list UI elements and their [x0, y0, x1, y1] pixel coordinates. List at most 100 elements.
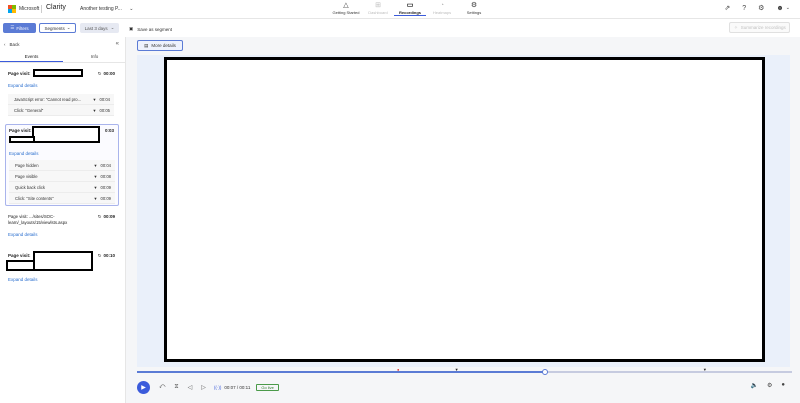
live-wave-icon: ((·)): [213, 384, 222, 390]
event-label: Page hidden: [15, 162, 39, 168]
timeline-progress: [137, 371, 546, 373]
nav-recordings[interactable]: ▭ Recordings: [394, 1, 426, 16]
playback-timeline[interactable]: ● ▼ ▼: [137, 368, 792, 375]
more-details-label: More details: [151, 43, 176, 48]
event-time: 00:04: [99, 96, 110, 102]
refresh-icon: ↻: [97, 214, 102, 219]
expand-details-link[interactable]: Expand details: [9, 151, 39, 156]
save-segment-button[interactable]: ▣ Save as segment: [129, 26, 172, 32]
page-visit-card[interactable]: Page visit: .../sites/SOC-learn/_layouts…: [5, 211, 119, 243]
event-time: 00:08: [100, 173, 111, 179]
page-visit-time: ↻ 00:09: [98, 214, 115, 220]
nav-getting-started[interactable]: △ Getting Started: [330, 1, 362, 16]
microsoft-logo: [8, 5, 16, 13]
pin-icon: ▼: [92, 107, 97, 113]
expand-details-link[interactable]: Expand details: [8, 277, 38, 282]
app-name[interactable]: Clarity: [46, 4, 66, 11]
error-marker[interactable]: ●: [397, 368, 399, 372]
nav-label: Settings: [466, 10, 482, 15]
play-button[interactable]: ▶: [137, 380, 150, 394]
chevron-down-icon: ⌄: [110, 25, 115, 30]
nav-dashboard[interactable]: ⊞ Dashboard: [362, 1, 394, 16]
date-range-dropdown[interactable]: Last 3 days ⌄: [80, 23, 119, 33]
volume-icon[interactable]: 🔈: [751, 382, 758, 389]
share-icon[interactable]: ⇗: [724, 4, 730, 12]
recording-icon: ▭: [406, 2, 414, 9]
fullscreen-icon[interactable]: ●: [781, 382, 785, 389]
help-icon[interactable]: ?: [742, 5, 746, 12]
filters-button[interactable]: ☰ Filters: [3, 23, 36, 33]
redacted-url: [9, 136, 35, 143]
events-sidebar: ‹ Back « Events Info Page visit: ↻ 00:00 …: [0, 37, 126, 403]
go-live-button[interactable]: Go live: [256, 383, 279, 391]
save-icon: ▣: [129, 26, 134, 31]
expand-details-link[interactable]: Expand details: [8, 83, 38, 88]
event-label: Click: "General": [14, 107, 44, 113]
nav-label: Recordings: [398, 10, 421, 15]
chevron-down-icon: ⌄: [66, 25, 71, 30]
sidebar-tabs: Events Info: [0, 54, 126, 63]
nav-label: Dashboard: [368, 10, 388, 15]
back-button[interactable]: ‹ Back: [4, 42, 20, 47]
page-visit-card[interactable]: Page visit: ↻ 00:00 Expand details JavaSc…: [5, 68, 119, 128]
page-visit-url: Page visit: .../sites/SOC-learn/_layouts…: [8, 214, 68, 225]
event-marker[interactable]: ▼: [455, 368, 459, 372]
event-item[interactable]: Page hidden ▼ 00:04: [9, 160, 115, 171]
more-details-button[interactable]: ▤ More details: [137, 40, 183, 51]
pin-icon: ▼: [93, 173, 98, 179]
event-label: Quick back click: [15, 184, 46, 190]
settings-gear-icon[interactable]: ⚙: [758, 4, 764, 12]
chevron-left-icon: ‹: [4, 42, 6, 47]
next-icon[interactable]: ▷: [201, 384, 206, 391]
pin-icon: ▼: [93, 184, 98, 190]
previous-icon[interactable]: ◁: [188, 384, 193, 391]
event-label: JavaScript error: "Cannot read pro...: [14, 96, 82, 102]
event-label: Page visible: [15, 173, 38, 179]
filter-bar: ☰ Filters Segments ⌄ Last 3 days ⌄ ▣ Sav…: [0, 19, 800, 37]
page-visit-title: Page visit:: [8, 71, 31, 76]
avatar-icon[interactable]: ☻: [776, 5, 783, 12]
event-list: JavaScript error: "Cannot read pro... ▼ 0…: [8, 94, 114, 116]
event-time: 00:09: [100, 195, 111, 201]
event-time: 00:04: [100, 162, 111, 168]
expand-details-link[interactable]: Expand details: [8, 232, 38, 237]
brand-divider: [41, 5, 42, 13]
project-selector[interactable]: Another testing P... ⌄: [80, 6, 133, 12]
redacted-url: [32, 126, 100, 143]
project-name: Another testing P...: [80, 6, 122, 12]
event-item[interactable]: Quick back click ▼ 00:09: [9, 182, 115, 193]
summarize-recordings-button[interactable]: ✧ Summarize recordings: [729, 22, 790, 33]
time-value: 00:10: [103, 253, 115, 258]
page-visit-time: ↻ 00:10: [98, 253, 115, 259]
skip-inactivity-icon[interactable]: ⤺: [159, 384, 165, 391]
collapse-sidebar-icon[interactable]: «: [116, 41, 119, 47]
event-item[interactable]: Page visible ▼ 00:08: [9, 171, 115, 182]
page-visit-card[interactable]: Page visit: ↻ 00:10 Expand details: [5, 250, 119, 284]
chevron-down-icon[interactable]: ⌄: [786, 5, 790, 11]
event-marker[interactable]: ▼: [703, 368, 707, 372]
page-visit-card-selected[interactable]: Page visit: 0:03 Expand details Page hid…: [5, 124, 119, 206]
event-item[interactable]: JavaScript error: "Cannot read pro... ▼ 0…: [8, 94, 114, 105]
pin-icon: ▼: [92, 96, 97, 102]
refresh-icon: ↻: [97, 253, 102, 258]
event-item[interactable]: Click: "General" ▼ 00:05: [8, 105, 114, 116]
redacted-url: [33, 251, 93, 271]
player-settings-icon[interactable]: ⚙: [767, 382, 772, 389]
page-visit-time: 0:03: [104, 128, 114, 133]
speed-icon[interactable]: ⧖: [174, 384, 178, 391]
tab-events[interactable]: Events: [0, 54, 63, 62]
event-item[interactable]: Click: "Site contents" ▼ 00:09: [9, 193, 115, 204]
refresh-icon: ↻: [97, 71, 102, 76]
time-readout: 00:07 / 00:11: [224, 384, 251, 390]
nav-label: Heatmaps: [432, 10, 452, 15]
redacted-url: [33, 69, 83, 77]
nav-settings[interactable]: ⚙ Settings: [458, 1, 490, 16]
segments-dropdown[interactable]: Segments ⌄: [39, 23, 76, 33]
recording-viewport[interactable]: [164, 57, 765, 362]
nav-heatmaps[interactable]: ◔ Heatmaps: [426, 1, 458, 16]
time-value: 00:09: [103, 214, 115, 219]
player-controls: ▶ ⤺ ⧖ ◁ ▷ ((·)) 00:07 / 00:11 Go live 🔈 …: [137, 379, 797, 395]
timeline-scrubber[interactable]: [542, 369, 549, 375]
back-label: Back: [9, 42, 20, 47]
tab-info[interactable]: Info: [63, 54, 126, 62]
